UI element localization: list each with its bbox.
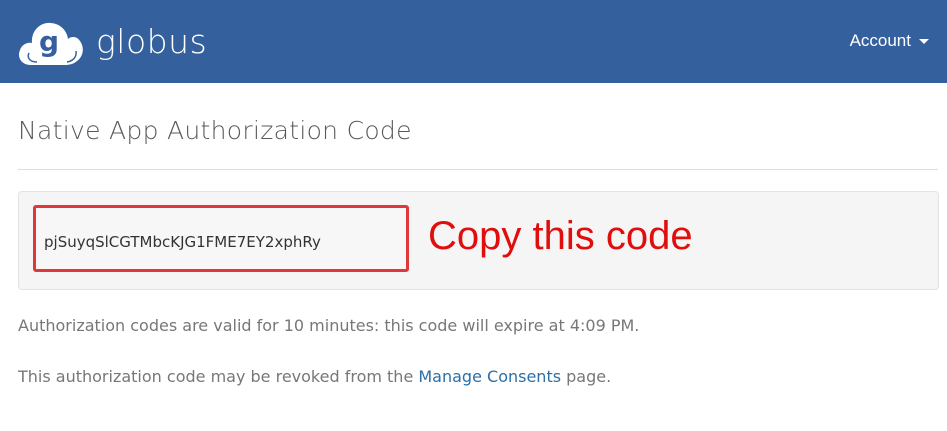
brand-name[interactable]: globus [96, 22, 207, 62]
account-label: Account [849, 31, 911, 50]
revoke-prefix: This authorization code may be revoked f… [18, 367, 414, 386]
svg-text:g: g [39, 25, 59, 58]
page-title: Native App Authorization Code [18, 116, 412, 145]
expiry-notice: Authorization codes are valid for 10 min… [18, 316, 640, 335]
revoke-suffix: page. [566, 367, 612, 386]
globus-logo-icon[interactable]: g [17, 17, 85, 69]
account-menu-button[interactable]: Account [850, 30, 929, 52]
caret-down-icon [919, 38, 929, 44]
title-divider [18, 169, 938, 170]
top-navbar: g globus Account [0, 0, 947, 83]
authorization-code[interactable]: pjSuyqSlCGTMbcKJG1FME7EY2xphRy [44, 232, 321, 252]
copy-code-annotation: Copy this code [428, 214, 693, 258]
manage-consents-link[interactable]: Manage Consents [418, 367, 561, 386]
revoke-notice: This authorization code may be revoked f… [18, 366, 611, 388]
